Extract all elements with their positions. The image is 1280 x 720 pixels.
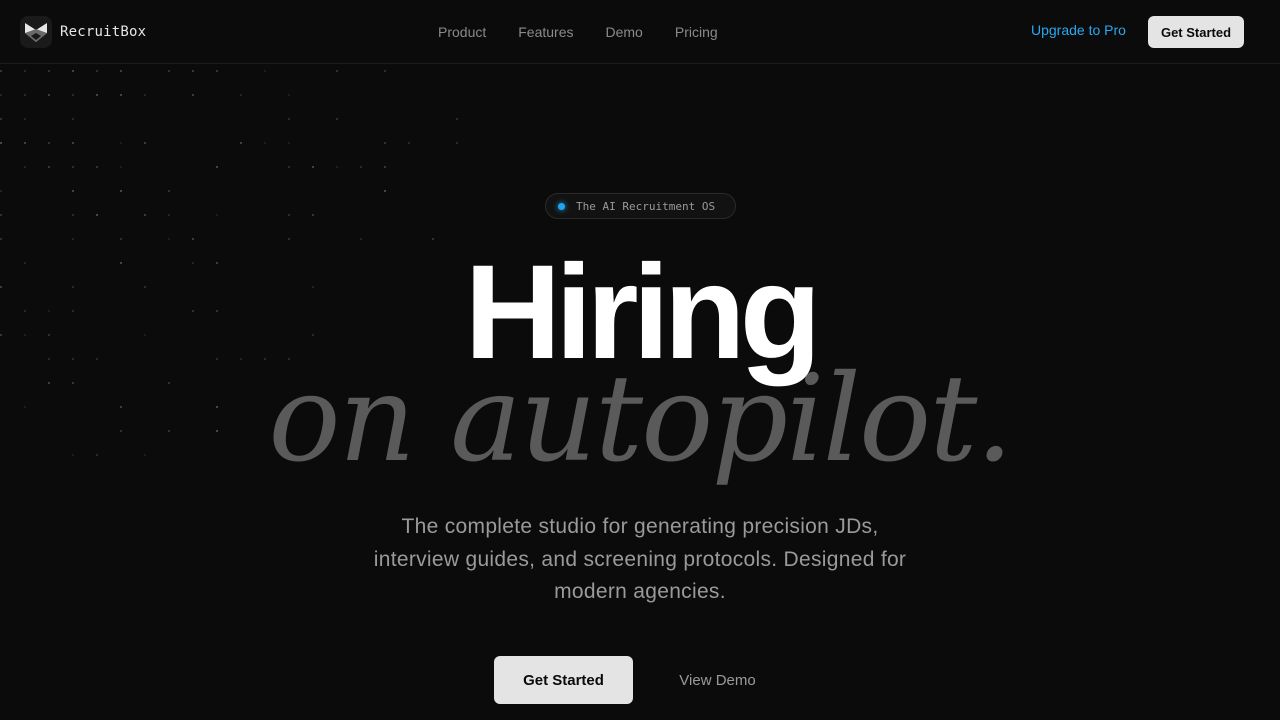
decorative-dot bbox=[24, 142, 26, 144]
decorative-dot bbox=[72, 70, 74, 72]
decorative-dot bbox=[120, 166, 122, 168]
decorative-dot bbox=[192, 70, 194, 72]
decorative-dot bbox=[72, 238, 74, 240]
decorative-dot bbox=[216, 214, 218, 216]
decorative-dot bbox=[48, 70, 50, 72]
decorative-dot bbox=[0, 214, 2, 216]
decorative-dot bbox=[120, 94, 122, 96]
decorative-dot bbox=[48, 166, 50, 168]
landing-page: RecruitBox Product Features Demo Pricing… bbox=[0, 0, 1280, 720]
decorative-dot bbox=[312, 214, 314, 216]
upgrade-to-pro-link[interactable]: Upgrade to Pro bbox=[1031, 22, 1126, 38]
decorative-dot bbox=[24, 94, 26, 96]
badge-text: The AI Recruitment OS bbox=[576, 199, 716, 213]
decorative-dot bbox=[24, 166, 26, 168]
decorative-dot bbox=[96, 214, 98, 216]
decorative-dot bbox=[240, 94, 242, 96]
decorative-dot bbox=[0, 142, 2, 144]
view-demo-button[interactable]: View Demo bbox=[657, 656, 778, 704]
decorative-dot bbox=[240, 142, 242, 144]
decorative-dot bbox=[144, 142, 146, 144]
decorative-dot bbox=[120, 142, 122, 144]
decorative-dot bbox=[48, 94, 50, 96]
decorative-dot bbox=[0, 94, 2, 96]
decorative-dot bbox=[264, 142, 266, 144]
decorative-dot bbox=[24, 70, 26, 72]
decorative-dot bbox=[72, 118, 74, 120]
decorative-dot bbox=[384, 190, 386, 192]
nav-links: Product Features Demo Pricing bbox=[438, 0, 750, 64]
decorative-dot bbox=[0, 238, 2, 240]
decorative-dot bbox=[168, 238, 170, 240]
decorative-dot bbox=[456, 142, 458, 144]
decorative-dot bbox=[72, 166, 74, 168]
decorative-dot bbox=[456, 118, 458, 120]
decorative-dot bbox=[384, 70, 386, 72]
decorative-dot bbox=[288, 118, 290, 120]
nav-link-features[interactable]: Features bbox=[518, 24, 573, 40]
decorative-dot bbox=[144, 94, 146, 96]
decorative-dot bbox=[360, 166, 362, 168]
decorative-dot bbox=[408, 142, 410, 144]
decorative-dot bbox=[120, 70, 122, 72]
nav-link-demo[interactable]: Demo bbox=[606, 24, 643, 40]
decorative-dot bbox=[24, 118, 26, 120]
decorative-dot bbox=[120, 238, 122, 240]
decorative-dot bbox=[384, 142, 386, 144]
decorative-dot bbox=[168, 70, 170, 72]
decorative-dot bbox=[96, 70, 98, 72]
decorative-dot bbox=[384, 166, 386, 168]
decorative-dot bbox=[432, 238, 434, 240]
nav-link-product[interactable]: Product bbox=[438, 24, 486, 40]
decorative-dot bbox=[360, 238, 362, 240]
decorative-dot bbox=[72, 214, 74, 216]
decorative-dot bbox=[288, 142, 290, 144]
decorative-dot bbox=[168, 190, 170, 192]
decorative-dot bbox=[120, 190, 122, 192]
hero-title-italic: on autopilot. bbox=[268, 350, 1013, 489]
decorative-dot bbox=[48, 142, 50, 144]
decorative-dot bbox=[336, 118, 338, 120]
decorative-dot bbox=[0, 118, 2, 120]
decorative-dot bbox=[216, 70, 218, 72]
decorative-dot bbox=[72, 94, 74, 96]
hero-get-started-button[interactable]: Get Started bbox=[494, 656, 633, 704]
decorative-dot bbox=[336, 166, 338, 168]
decorative-dot bbox=[192, 238, 194, 240]
brand[interactable]: RecruitBox bbox=[20, 16, 146, 48]
nav-link-pricing[interactable]: Pricing bbox=[675, 24, 718, 40]
top-navigation: RecruitBox Product Features Demo Pricing… bbox=[0, 0, 1280, 64]
decorative-dot bbox=[72, 142, 74, 144]
brand-name: RecruitBox bbox=[60, 24, 147, 40]
hero-badge: The AI Recruitment OS bbox=[545, 193, 736, 219]
nav-get-started-button[interactable]: Get Started bbox=[1148, 16, 1244, 48]
decorative-dot bbox=[144, 214, 146, 216]
hero-subtitle: The complete studio for generating preci… bbox=[373, 515, 907, 603]
decorative-dot bbox=[264, 70, 266, 72]
decorative-dot bbox=[168, 214, 170, 216]
decorative-dot bbox=[192, 94, 194, 96]
decorative-dot bbox=[288, 214, 290, 216]
decorative-dot bbox=[288, 94, 290, 96]
decorative-dot bbox=[336, 70, 338, 72]
decorative-dot bbox=[216, 166, 218, 168]
decorative-dot bbox=[72, 190, 74, 192]
decorative-dot bbox=[288, 238, 290, 240]
decorative-dot bbox=[288, 166, 290, 168]
decorative-dot bbox=[96, 94, 98, 96]
status-dot-icon bbox=[558, 202, 565, 210]
fox-mask-icon bbox=[20, 16, 52, 48]
decorative-dot bbox=[0, 190, 2, 192]
decorative-dot bbox=[0, 70, 2, 72]
decorative-dot bbox=[312, 166, 314, 168]
decorative-dot bbox=[96, 166, 98, 168]
